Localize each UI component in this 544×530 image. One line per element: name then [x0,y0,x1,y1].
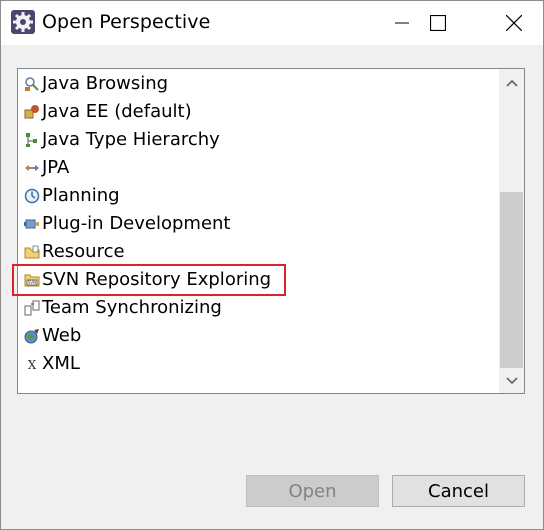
list-item-jpa[interactable]: JPA [18,154,498,182]
list-item-planning[interactable]: Planning [18,182,498,210]
list-item-xml[interactable]: X XML [18,350,498,378]
list-item-label: Web [42,325,82,346]
list-item-web[interactable]: Web [18,322,498,350]
list-item-label: Plug-in Development [42,213,231,234]
chevron-down-icon [505,377,518,385]
svg-text:X: X [28,358,37,372]
scroll-up-button[interactable] [499,71,524,95]
list-item-label: Planning [42,185,120,206]
list-item-plugin-development[interactable]: Plug-in Development [18,210,498,238]
close-button[interactable] [485,1,543,45]
list-item-java-type-hierarchy[interactable]: Java Type Hierarchy [18,126,498,154]
chevron-up-icon [505,79,518,87]
jpa-icon [25,165,39,171]
web-icon [24,329,39,344]
svn-icon: SVN [24,274,40,287]
list-item-java-browsing[interactable]: Java Browsing [18,70,498,98]
list-item-label: SVN Repository Exploring [42,269,272,290]
open-perspective-dialog: Open Perspective Java Browsing Java EE (… [0,0,544,530]
list-item-label: Team Synchronizing [42,297,222,318]
planning-icon [24,188,40,204]
list-item-label: Java Browsing [42,73,169,94]
type-hierarchy-icon [26,133,37,147]
resource-icon [24,245,40,259]
open-button[interactable]: Open [246,475,379,507]
xml-icon: X [28,358,37,372]
list-item-label: JPA [42,157,70,178]
java-ee-icon [24,105,39,119]
list-item-svn-repository-exploring[interactable]: SVN SVN Repository Exploring [18,266,498,294]
perspective-list[interactable]: Java Browsing Java EE (default) Java Typ… [12,68,525,394]
list-item-label: Resource [42,241,125,262]
java-browsing-icon [25,77,39,91]
list-item-java-ee[interactable]: Java EE (default) [18,98,498,126]
vertical-scrollbar[interactable] [499,69,524,393]
plugin-icon [24,219,39,229]
cancel-button[interactable]: Cancel [392,475,525,507]
maximize-button[interactable] [409,1,467,45]
maximize-icon [430,15,446,31]
list-item-team-synchronizing[interactable]: Team Synchronizing [18,294,498,322]
list-item-label: Java Type Hierarchy [42,129,220,150]
eclipse-gear-icon [11,10,35,34]
team-sync-icon [24,300,40,316]
perspective-items: Java Browsing Java EE (default) Java Typ… [12,69,498,393]
scroll-down-button[interactable] [499,369,524,393]
window-title: Open Perspective [42,11,211,33]
title-bar[interactable]: Open Perspective [1,1,543,45]
svg-text:SVN: SVN [28,280,36,285]
list-item-label: XML [42,353,80,374]
close-icon [506,15,522,31]
list-item-resource[interactable]: Resource [18,238,498,266]
list-item-label: Java EE (default) [42,101,192,122]
scroll-thumb[interactable] [500,192,523,368]
minimize-icon [395,22,409,24]
